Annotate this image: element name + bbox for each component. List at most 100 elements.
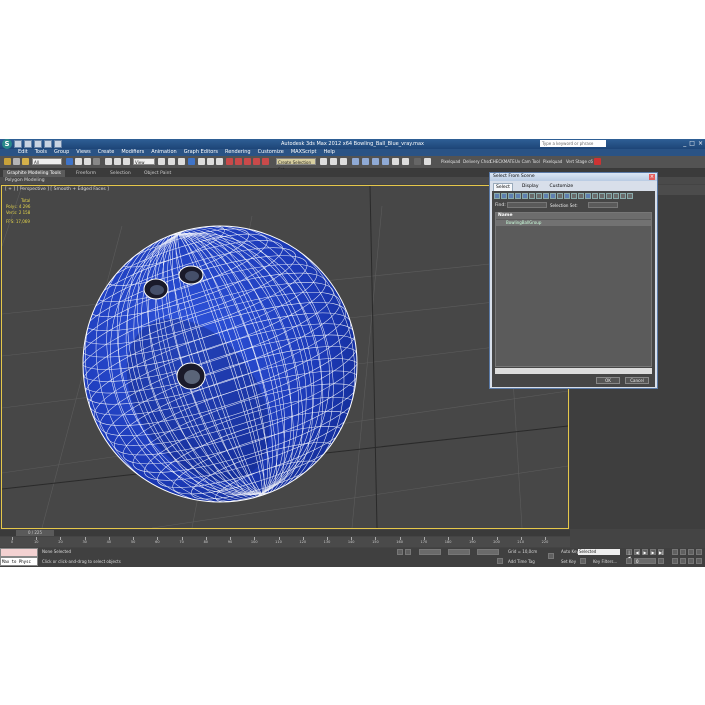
scene-object-list[interactable]: Name BowlingBallGroup [495,212,652,367]
graphite-toggle-icon[interactable] [262,158,269,165]
search-input[interactable]: Type a keyword or phrase [540,140,606,147]
perspective-viewport[interactable]: [ + ] [ Perspective ] [ Smooth + Edged F… [1,185,569,529]
cancel-button[interactable]: Cancel [625,377,649,384]
menu-modifiers[interactable]: Modifiers [121,149,144,156]
filter-lights-icon[interactable] [508,193,514,199]
menu-maxscript[interactable]: MAXScript [291,149,317,156]
menu-tools[interactable]: Tools [35,149,47,156]
material-editor-icon[interactable] [340,158,347,165]
maximize-button[interactable]: □ [689,140,695,147]
filter-shapes-icon[interactable] [501,193,507,199]
tab-selection[interactable]: Selection [106,170,135,177]
go-to-start-icon[interactable]: |◀ [626,549,632,560]
named-selection-set-dropdown[interactable]: Create Selection Set [276,158,316,172]
toolbar-extra-uvcam[interactable]: Uv Cam Tool [515,159,540,164]
layer-manager-icon[interactable] [253,158,260,165]
close-button[interactable]: × [698,140,703,147]
keyboard-shortcut-icon[interactable] [178,158,185,165]
toolbar-extra-icon[interactable] [594,158,601,165]
bowling-ball-mesh[interactable] [39,188,401,528]
dialog-title[interactable]: Select From Scene [490,173,657,181]
filter-containers-icon[interactable] [557,193,563,199]
add-time-tag[interactable]: Add Time Tag [508,559,535,564]
bind-space-warp-icon[interactable] [22,158,29,165]
y-coordinate-field[interactable] [448,549,470,555]
select-all-icon[interactable] [585,193,591,199]
track-bar[interactable]: 0 10 20 30 40 50 60 70 80 90 100 110 120 130 140 150 160… [0,537,570,547]
time-config-icon[interactable] [658,558,664,564]
go-to-end-icon[interactable]: ▶| [658,549,664,555]
menu-rendering[interactable]: Rendering [225,149,251,156]
menu-group[interactable]: Group [54,149,69,156]
orbit-icon[interactable] [688,558,694,564]
select-manipulate-icon[interactable] [168,158,175,165]
script-icon[interactable] [414,158,421,165]
filter-spacewarps-icon[interactable] [529,193,535,199]
toolbar-extra-pixelquad-2[interactable]: Pixelquad [543,159,562,164]
polygon-modeling-label[interactable]: Polygon Modeling [5,178,45,183]
zoom-icon[interactable] [672,549,678,555]
rotate-icon[interactable] [114,158,121,165]
find-options-icon[interactable] [620,193,626,199]
selection-filter-dropdown[interactable]: All [32,158,62,165]
tab-freeform[interactable]: Freeform [72,170,100,177]
zoom-all-icon[interactable] [680,549,686,555]
move-icon[interactable] [105,158,112,165]
schematic-view-icon[interactable] [330,158,337,165]
angle-snap-icon[interactable] [198,158,205,165]
ok-button[interactable]: OK [596,377,620,384]
name-column-header[interactable]: Name [496,213,651,219]
percent-snap-icon[interactable] [207,158,214,165]
rect-selection-icon[interactable] [84,158,91,165]
align-icon[interactable] [244,158,251,165]
field-of-view-icon[interactable] [672,558,678,564]
script-run-icon[interactable] [424,158,431,165]
filter-geometry-icon[interactable] [494,193,500,199]
key-filters-button[interactable]: Key Filters... [593,559,617,564]
snaps-toggle-icon[interactable] [188,158,195,165]
filter-xrefs-icon[interactable] [543,193,549,199]
find-case-icon[interactable] [613,193,619,199]
auto-key-dropdown[interactable]: Selected [578,549,620,555]
curve-editor-icon[interactable] [320,158,327,165]
toolbar-extra-pixelquad[interactable]: Pixelquad [441,159,460,164]
selection-set-dropdown[interactable] [588,202,618,208]
key-mode-icon[interactable] [548,553,554,559]
play-icon[interactable]: ▶ [642,549,648,555]
auto-key-button[interactable]: Auto Key [561,549,579,554]
time-tag-icon[interactable] [497,558,503,564]
window-crossing-icon[interactable] [93,158,100,165]
dialog-close-button[interactable]: × [649,174,655,180]
vray-icon[interactable] [392,158,399,165]
menu-edit[interactable]: Edit [18,149,28,156]
find-input[interactable] [507,202,547,208]
z-coordinate-field[interactable] [477,549,499,555]
list-item[interactable]: BowlingBallGroup [496,220,651,226]
hierarchy-icon[interactable] [627,193,633,199]
toolbar-extra-checkmate[interactable]: CHECKMATE [490,159,515,164]
select-object-icon[interactable] [66,158,73,165]
select-link-icon[interactable] [4,158,11,165]
maximize-viewport-icon[interactable] [696,558,702,564]
unlink-icon[interactable] [13,158,20,165]
x-coordinate-field[interactable] [419,549,441,555]
current-frame-field[interactable]: 0 [634,558,656,564]
scale-icon[interactable] [123,158,130,165]
toolbar-extra-vert-stage[interactable]: Vert Stage c6 [566,159,593,164]
set-key-button[interactable]: Set Key [561,559,576,564]
filter-bones-icon[interactable] [550,193,556,199]
display-none-icon[interactable] [571,193,577,199]
menu-graph-editors[interactable]: Graph Editors [184,149,218,156]
select-by-name-icon[interactable] [75,158,82,165]
tab-object-paint[interactable]: Object Paint [140,170,175,177]
vray-frame-buffer-icon[interactable] [402,158,409,165]
filter-groups-icon[interactable] [536,193,542,199]
maxscript-listener-pink[interactable] [0,548,38,557]
render-setup-icon[interactable] [352,158,359,165]
reference-coordinate-dropdown[interactable]: View [133,158,155,165]
pivot-icon[interactable] [158,158,165,165]
menu-animation[interactable]: Animation [151,149,177,156]
rendered-frame-icon[interactable] [362,158,369,165]
filter-helpers-icon[interactable] [522,193,528,199]
select-none-icon[interactable] [592,193,598,199]
